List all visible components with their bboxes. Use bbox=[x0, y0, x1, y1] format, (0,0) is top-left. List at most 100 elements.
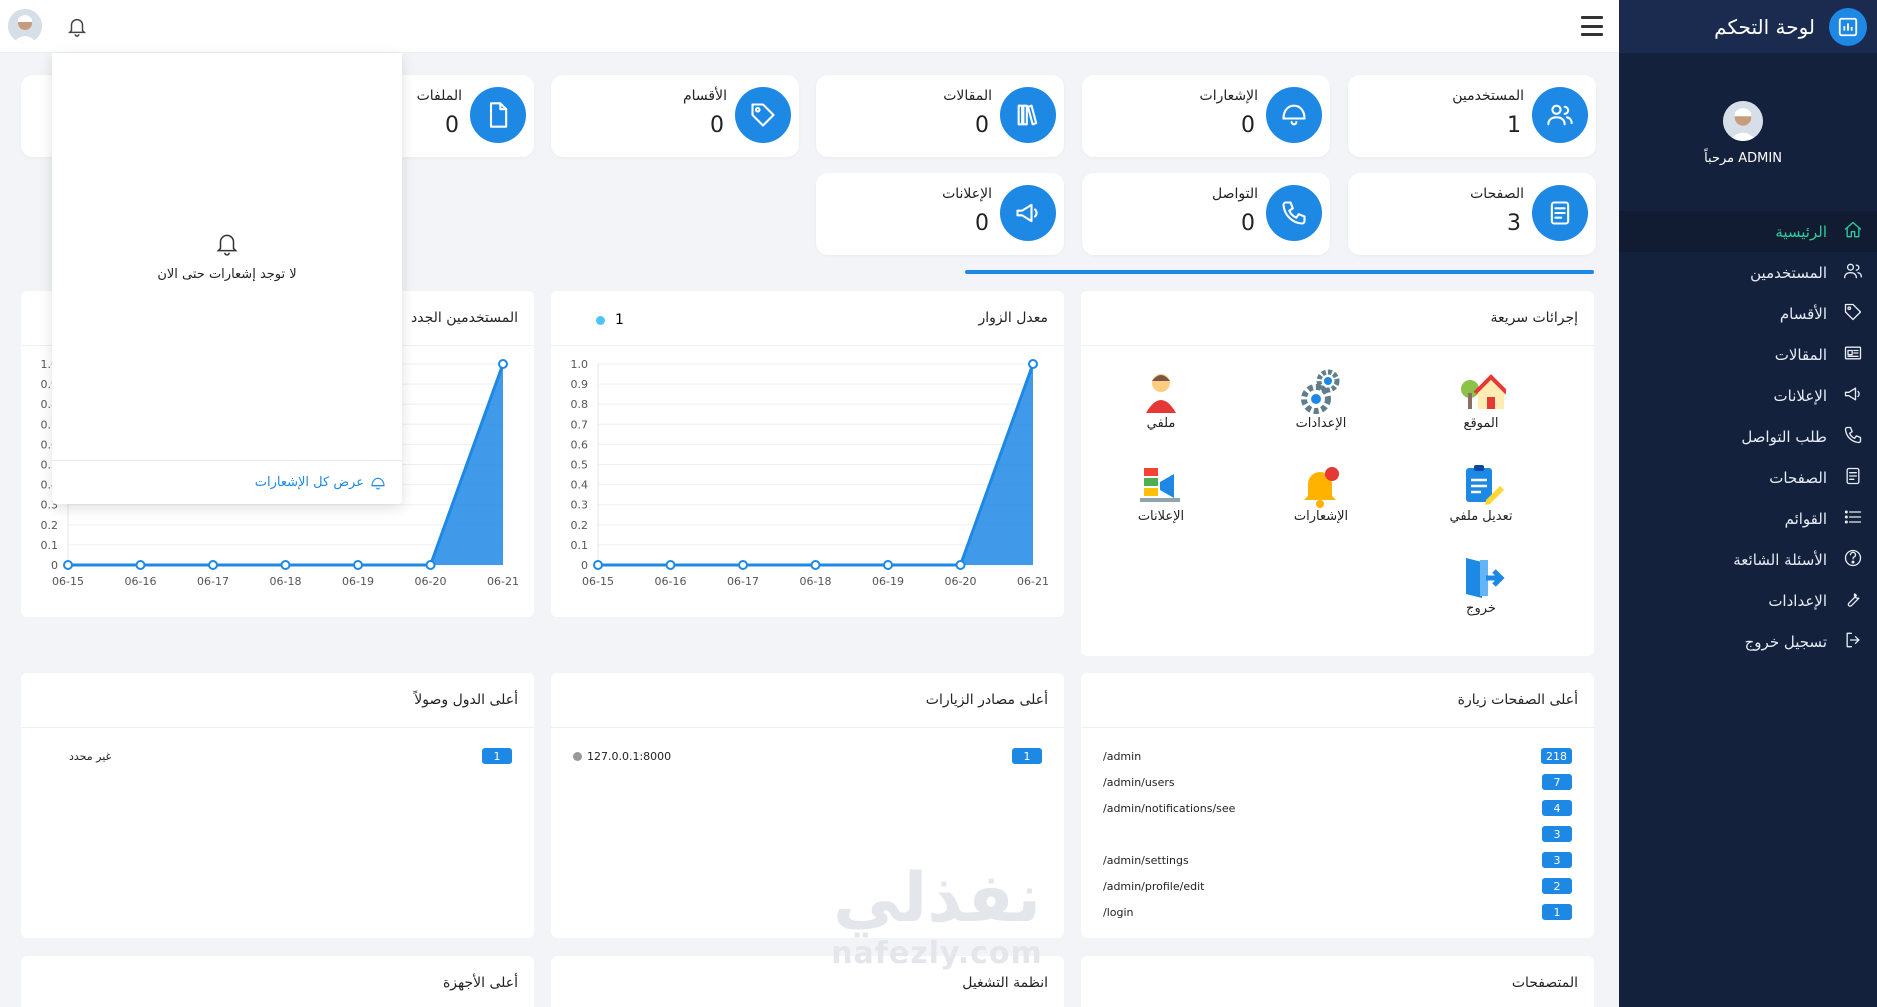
data-point bbox=[280, 560, 291, 570]
y-tick-label: 0.3 bbox=[571, 499, 589, 512]
sidebar-item-question[interactable]: الأسئلة الشائعة bbox=[1619, 539, 1877, 580]
page-path: /login bbox=[1103, 905, 1134, 919]
sidebar-item-users[interactable]: المستخدمين bbox=[1619, 252, 1877, 293]
x-tick-label: 06-20 bbox=[415, 575, 447, 588]
x-tick-label: 06-18 bbox=[800, 575, 832, 588]
sidebar-item-label: طلب التواصل bbox=[1741, 427, 1827, 446]
y-tick-label: 0.7 bbox=[571, 418, 589, 431]
count-badge: 1 bbox=[482, 748, 512, 764]
quick-action-profile[interactable]: ملفي bbox=[1116, 369, 1206, 431]
progress-line bbox=[965, 270, 1594, 274]
quick-actions-panel: إجرائات سريعة الموقع الإعدادات ملفي تعديل م… bbox=[1081, 291, 1594, 656]
y-tick-label: 0 bbox=[581, 559, 588, 572]
stat-value: 0 bbox=[1241, 211, 1255, 236]
visitors-panel: معدل الزوار 1 0 0.1 0.2 0.3 0.4 0.5 0.6 0.7 0.8 0… bbox=[551, 291, 1064, 617]
sidebar-item-phone[interactable]: طلب التواصل bbox=[1619, 416, 1877, 457]
bell-icon bbox=[216, 234, 238, 256]
logout-icon bbox=[1843, 630, 1863, 654]
megaphone-icon bbox=[1000, 185, 1056, 241]
quick-action-bell[interactable]: الإشعارات bbox=[1276, 462, 1366, 524]
sidebar-item-page[interactable]: الصفحات bbox=[1619, 457, 1877, 498]
quick-action-label: تعديل ملفي bbox=[1449, 509, 1513, 524]
quick-action-house[interactable]: الموقع bbox=[1436, 369, 1526, 431]
newspaper-icon bbox=[1843, 343, 1863, 367]
sidebar-item-logout[interactable]: تسجيل خروج bbox=[1619, 621, 1877, 662]
sidebar-item-label: القوائم bbox=[1784, 509, 1827, 528]
stat-card-users[interactable]: المستخدمين 1 bbox=[1348, 75, 1596, 157]
tag-icon bbox=[735, 87, 791, 143]
gears-icon bbox=[1301, 369, 1340, 414]
source-text: 127.0.0.1:8000 bbox=[587, 749, 672, 763]
bell-icon[interactable] bbox=[66, 14, 88, 38]
quick-action-gears[interactable]: الإعدادات bbox=[1276, 369, 1366, 431]
sidebar-item-wrench[interactable]: الإعدادات bbox=[1619, 580, 1877, 621]
stat-card-books[interactable]: المقالات 0 bbox=[816, 75, 1064, 157]
empty-notifications-text: لا توجد إشعارات حتى الان bbox=[157, 267, 297, 282]
sidebar-item-label: الأسئلة الشائعة bbox=[1733, 550, 1827, 569]
y-tick-label: 0.2 bbox=[41, 519, 59, 532]
y-tick-label: 0.8 bbox=[571, 398, 589, 411]
stat-card-notification[interactable]: الإشعارات 0 bbox=[1082, 75, 1330, 157]
notifications-empty: لا توجد إشعارات حتى الان bbox=[52, 229, 402, 282]
sidebar-menu: الرئيسية المستخدمين الأقسام المقالات الإعلان… bbox=[1619, 211, 1877, 662]
view-all-label: عرض كل الإشعارات bbox=[254, 475, 364, 490]
stat-label: الأقسام bbox=[683, 88, 727, 104]
data-point bbox=[63, 560, 73, 570]
y-tick-label: 0.5 bbox=[571, 459, 589, 472]
quick-action-exit[interactable]: خروج bbox=[1436, 554, 1526, 616]
stat-value: 1 bbox=[1507, 113, 1521, 138]
legend-value: 1 bbox=[615, 312, 624, 328]
notification-icon bbox=[1266, 87, 1322, 143]
y-tick-label: 1.0 bbox=[571, 358, 589, 371]
chart-legend[interactable]: 1 bbox=[596, 312, 624, 328]
watermark: نفذلي nafezly.com bbox=[822, 862, 1052, 982]
top-sources-title: أعلى مصادر الزيارات bbox=[551, 673, 1064, 728]
page-path: /admin/settings bbox=[1103, 853, 1189, 867]
data-point bbox=[593, 560, 603, 570]
sidebar-item-tag[interactable]: الأقسام bbox=[1619, 293, 1877, 334]
stat-card-megaphone[interactable]: الإعلانات 0 bbox=[816, 173, 1064, 255]
count-badge: 4 bbox=[1542, 800, 1572, 816]
x-tick-label: 06-15 bbox=[52, 575, 84, 588]
stat-card-phone[interactable]: التواصل 0 bbox=[1082, 173, 1330, 255]
sidebar-item-label: الأقسام bbox=[1779, 304, 1827, 323]
visitors-title: معدل الزوار bbox=[551, 291, 1064, 346]
welcome-text: مرحباً ADMIN bbox=[1704, 151, 1782, 166]
stat-card-tag[interactable]: الأقسام 0 bbox=[551, 75, 799, 157]
data-point bbox=[135, 560, 146, 570]
top-pages-title: أعلى الصفحات زيارة bbox=[1081, 673, 1594, 728]
stat-value: 3 bbox=[1507, 211, 1521, 236]
quick-action-edit-profile[interactable]: تعديل ملفي bbox=[1436, 462, 1526, 524]
sidebar-user: مرحباً ADMIN bbox=[1619, 101, 1877, 166]
count-badge: 7 bbox=[1542, 774, 1572, 790]
top-countries-title: أعلى الدول وصولاً bbox=[21, 673, 534, 728]
watermark-url: nafezly.com bbox=[831, 936, 1043, 971]
menu-toggle-icon[interactable] bbox=[1581, 16, 1603, 36]
sidebar-item-newspaper[interactable]: المقالات bbox=[1619, 334, 1877, 375]
list-item: /admin/profile/edit 2 bbox=[1103, 876, 1572, 896]
user-avatar[interactable] bbox=[8, 9, 42, 43]
megaphone-icon bbox=[1843, 384, 1863, 408]
browsers-title: المتصفحات bbox=[1081, 956, 1594, 1007]
chart-logo-icon[interactable] bbox=[1829, 7, 1867, 46]
visitors-chart: 0 0.1 0.2 0.3 0.4 0.5 0.6 0.7 0.8 0.9 1.0 06-15 06-1… bbox=[571, 358, 1049, 588]
ads-icon bbox=[1140, 468, 1180, 502]
x-tick-label: 06-19 bbox=[342, 575, 374, 588]
sidebar-item-list[interactable]: القوائم bbox=[1619, 498, 1877, 539]
list-item: /admin/notifications/see 4 bbox=[1103, 798, 1572, 818]
sidebar-item-label: المقالات bbox=[1774, 345, 1827, 364]
sidebar-item-home[interactable]: الرئيسية bbox=[1619, 211, 1877, 252]
x-tick-label: 06-17 bbox=[197, 575, 229, 588]
sidebar-avatar[interactable] bbox=[1723, 101, 1763, 141]
devices-title: أعلى الأجهزة bbox=[21, 956, 534, 1007]
sidebar-item-megaphone[interactable]: الإعلانات bbox=[1619, 375, 1877, 416]
data-point bbox=[738, 560, 748, 570]
file-icon bbox=[470, 87, 526, 143]
quick-action-label: الموقع bbox=[1463, 416, 1499, 431]
list-item: غير محدد 1 bbox=[69, 746, 512, 766]
stat-card-page[interactable]: الصفحات 3 bbox=[1348, 173, 1596, 255]
quick-action-ads[interactable]: الإعلانات bbox=[1116, 462, 1206, 524]
view-all-notifications-link[interactable]: عرض كل الإشعارات bbox=[52, 460, 402, 504]
count-badge: 218 bbox=[1541, 748, 1572, 764]
question-icon bbox=[1843, 548, 1863, 572]
